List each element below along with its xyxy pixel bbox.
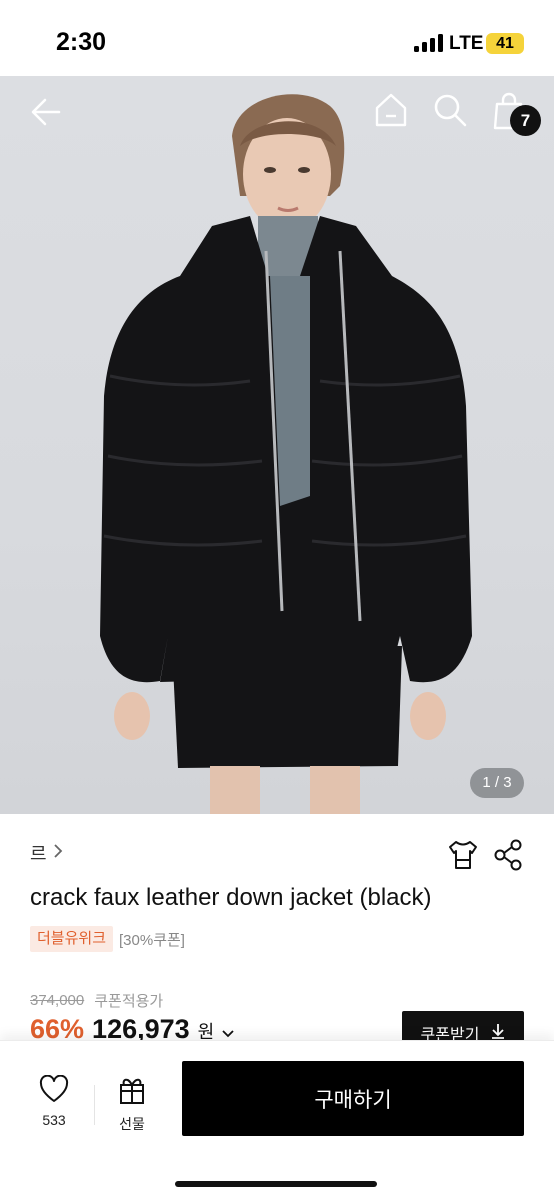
product-image[interactable] [0, 76, 554, 814]
status-bar: 2:30 LTE 41 [0, 0, 554, 76]
coupon-tag: [30%쿠폰] [119, 931, 185, 949]
search-icon[interactable] [430, 90, 470, 130]
cart-count-badge: 7 [510, 105, 541, 136]
heart-icon [39, 1074, 69, 1108]
arrow-left-icon[interactable] [24, 92, 68, 132]
coupon-price-label: 쿠폰적용가 [94, 993, 164, 1010]
status-time: 2:30 [56, 28, 107, 56]
home-indicator [175, 1181, 377, 1187]
original-price-row: 374,000 쿠폰적용가 [30, 990, 163, 1011]
gift-label: 선물 [119, 1116, 145, 1132]
original-price: 374,000 [30, 992, 85, 1009]
like-count: 533 [42, 1112, 66, 1128]
battery-indicator: 41 [486, 33, 524, 54]
divider [94, 1085, 95, 1125]
product-title: crack faux leather down jacket (black) [30, 884, 432, 911]
gift-icon [118, 1075, 146, 1110]
share-icon[interactable] [492, 838, 524, 872]
tag-row: 더블유위크 [30%쿠폰] [30, 926, 185, 952]
image-counter: 1 / 3 [470, 768, 524, 798]
chevron-right-icon [53, 843, 63, 864]
signal-icon [414, 34, 444, 52]
network-type: LTE [449, 33, 484, 54]
gift-button[interactable]: 선물 [108, 1075, 156, 1135]
size-guide-icon[interactable] [446, 838, 480, 872]
bottom-action-bar: 533 선물 구매하기 [0, 1040, 554, 1200]
event-badge: 더블유위크 [30, 926, 114, 952]
like-button[interactable]: 533 [30, 1074, 78, 1135]
product-photo [100, 94, 472, 814]
home-icon[interactable] [372, 90, 410, 130]
buy-button[interactable]: 구매하기 [182, 1061, 524, 1136]
chevron-down-icon [222, 1025, 234, 1041]
brand-name: 르 [30, 844, 47, 864]
brand-link[interactable]: 르 [30, 840, 63, 866]
